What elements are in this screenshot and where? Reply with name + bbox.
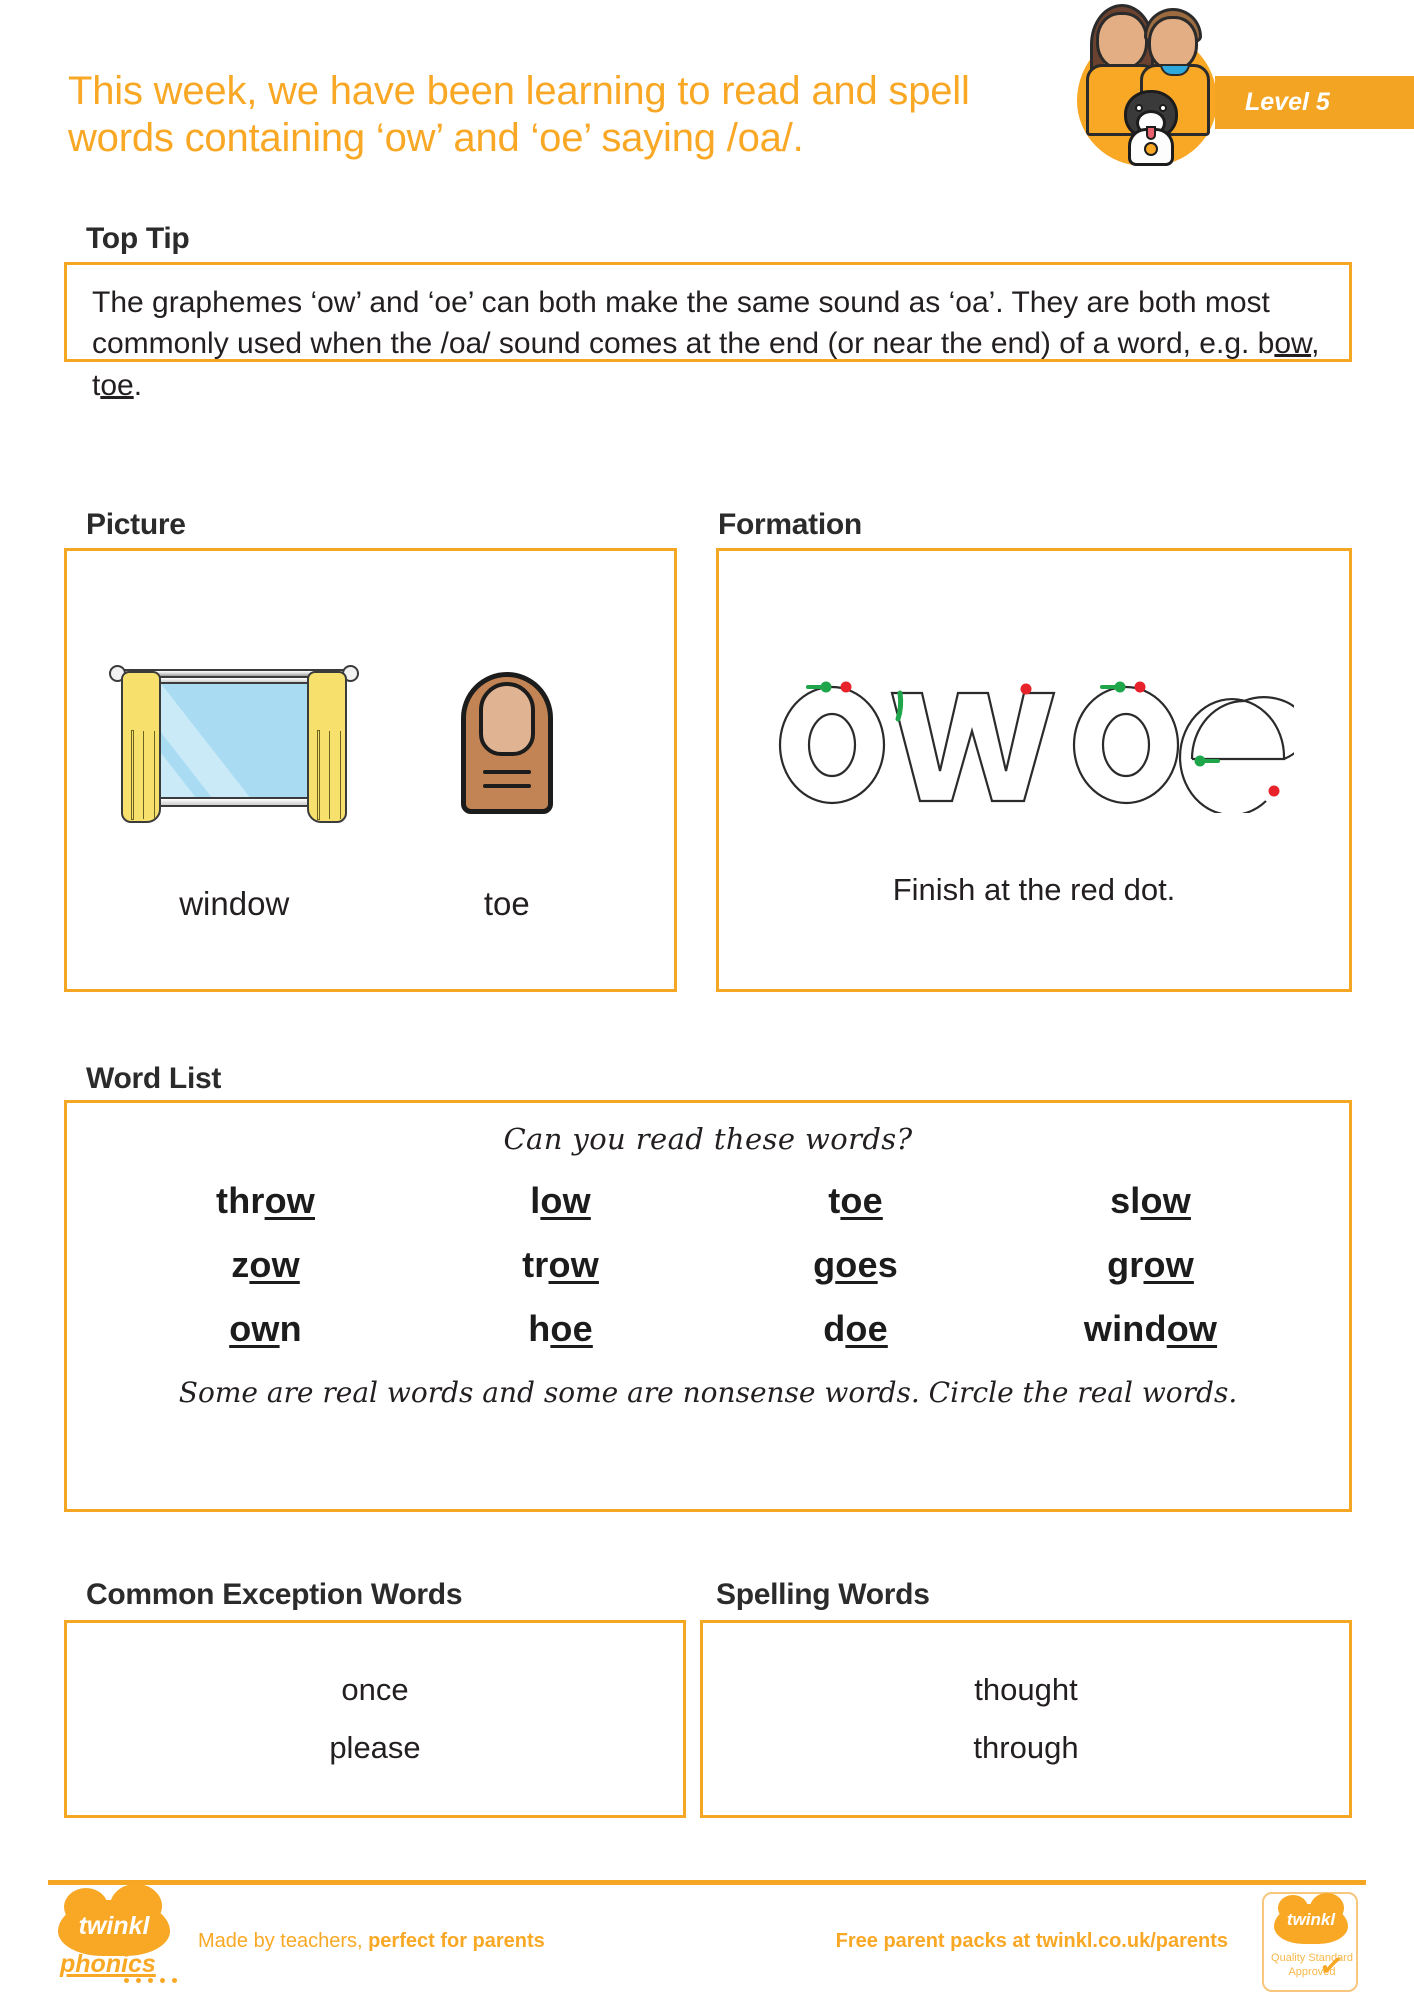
word-list-word[interactable]: hoe — [413, 1308, 708, 1350]
word-prefix: tr — [522, 1244, 549, 1285]
picture-label-window: window — [179, 885, 290, 922]
quality-badge-line2: Approved — [1288, 1966, 1336, 1978]
page-title: This week, we have been learning to read… — [68, 69, 970, 161]
word-list-word[interactable]: low — [413, 1180, 708, 1222]
word-prefix: wind — [1083, 1308, 1167, 1349]
word-prefix: l — [530, 1180, 541, 1221]
word-suffix: n — [279, 1308, 302, 1349]
word-digraph: ow — [1143, 1244, 1194, 1285]
word-prefix: h — [528, 1308, 551, 1349]
word-list-word[interactable]: goes — [708, 1244, 1003, 1286]
top-tip-body: The graphemes ‘ow’ and ‘oe’ can both mak… — [92, 282, 1332, 406]
word-list-word[interactable]: zow — [118, 1244, 413, 1286]
word-prefix: sl — [1110, 1180, 1141, 1221]
top-tip-example-bow-digraph: ow — [1274, 327, 1312, 361]
word-list-word[interactable]: trow — [413, 1244, 708, 1286]
top-tip-body-part3: . — [133, 368, 143, 402]
word-list-heading: Word List — [86, 1062, 222, 1095]
word-list-note: Some are real words and some are nonsens… — [178, 1376, 1238, 1409]
worksheet-page: This week, we have been learning to read… — [0, 0, 1414, 2000]
footer-tagline-normal: Made by teachers, — [198, 1930, 369, 1952]
picture-item-window: window — [109, 617, 360, 923]
word-digraph: ow — [540, 1180, 591, 1221]
word-digraph: ow — [264, 1180, 315, 1221]
footer-tagline-bold: perfect for parents — [368, 1930, 545, 1952]
word-digraph: oe — [550, 1308, 593, 1349]
spelling-words-heading: Spelling Words — [716, 1578, 930, 1611]
word-digraph: oe — [845, 1308, 888, 1349]
page-footer: twinkl phonics Made by teachers, perfect… — [48, 1884, 1366, 1992]
word-prefix: d — [823, 1308, 846, 1349]
word-list-word[interactable]: doe — [708, 1308, 1003, 1350]
word-digraph: oe — [835, 1244, 878, 1285]
word-list-word[interactable]: window — [1003, 1308, 1298, 1350]
word-prefix: gr — [1107, 1244, 1144, 1285]
spelling-word: through — [973, 1730, 1079, 1765]
word-digraph: ow — [1166, 1308, 1218, 1349]
check-icon: ✓ — [1316, 1948, 1347, 1985]
window-icon — [109, 617, 360, 867]
quality-standard-approved-badge-icon: twinkl Quality Standard Approved ✓ — [1262, 1892, 1358, 1992]
top-tip-heading: Top Tip — [86, 222, 190, 255]
formation-caption: Finish at the red dot. — [892, 871, 1176, 907]
common-exception-words-heading: Common Exception Words — [86, 1578, 463, 1611]
word-digraph: ow — [249, 1244, 300, 1285]
word-digraph: oe — [840, 1180, 883, 1221]
top-tip-body-part1: The graphemes ‘ow’ and ‘oe’ can both mak… — [92, 286, 1275, 361]
word-list-word[interactable]: grow — [1003, 1244, 1298, 1286]
level-badge: Level 5 — [1215, 76, 1414, 129]
formation-graphemes-icon — [774, 663, 1308, 818]
word-list-grid: throw low toe slow zow trow goes grow own hoe doe w… — [118, 1180, 1298, 1350]
word-prefix: z — [231, 1244, 250, 1285]
twinkl-phonics-kids-logo-icon — [1072, 2, 1222, 167]
word-list-word[interactable]: throw — [118, 1180, 413, 1222]
twinkl-phonics-logo-icon: twinkl phonics — [58, 1884, 177, 1983]
top-tip-example-toe-digraph: oe — [100, 368, 134, 402]
level-badge-label: Level 5 — [1245, 88, 1330, 116]
phonics-wordmark: phonics — [60, 1950, 156, 1978]
footer-parent-packs-link[interactable]: Free parent packs at twinkl.co.uk/parent… — [836, 1930, 1228, 1953]
page-header: This week, we have been learning to read… — [0, 0, 1414, 205]
twinkl-wordmark: twinkl — [78, 1912, 150, 1940]
word-list-word[interactable]: own — [118, 1308, 413, 1350]
formation-content: Finish at the red dot. — [716, 548, 1352, 992]
word-prefix: g — [813, 1244, 836, 1285]
word-list-prompt: Can you read these words? — [503, 1122, 913, 1156]
picture-label-toe: toe — [483, 885, 530, 922]
picture-heading: Picture — [86, 508, 186, 541]
word-list-content: Can you read these words? throw low toe slo… — [64, 1100, 1352, 1512]
picture-items: window toe — [64, 548, 677, 992]
common-exception-words-list: once please — [64, 1620, 686, 1818]
spelling-words-list: thought through — [700, 1620, 1352, 1818]
word-prefix: thr — [216, 1180, 265, 1221]
quality-badge-wordmark: twinkl — [1286, 1910, 1336, 1929]
word-digraph: ow — [548, 1244, 599, 1285]
footer-tagline: Made by teachers, perfect for parents — [198, 1930, 545, 1953]
footer-divider — [48, 1880, 1366, 1885]
word-list-word[interactable]: slow — [1003, 1180, 1298, 1222]
common-exception-word: please — [329, 1730, 421, 1765]
toe-icon — [455, 617, 559, 867]
word-digraph: ow — [229, 1308, 280, 1349]
word-suffix: s — [877, 1244, 898, 1285]
formation-heading: Formation — [718, 508, 862, 541]
word-digraph: ow — [1140, 1180, 1191, 1221]
word-list-word[interactable]: toe — [708, 1180, 1003, 1222]
phonics-dots-icon — [124, 1978, 177, 1983]
picture-item-toe: toe — [382, 617, 632, 923]
common-exception-word: once — [341, 1672, 409, 1707]
spelling-word: thought — [974, 1672, 1078, 1707]
word-prefix: t — [828, 1180, 841, 1221]
